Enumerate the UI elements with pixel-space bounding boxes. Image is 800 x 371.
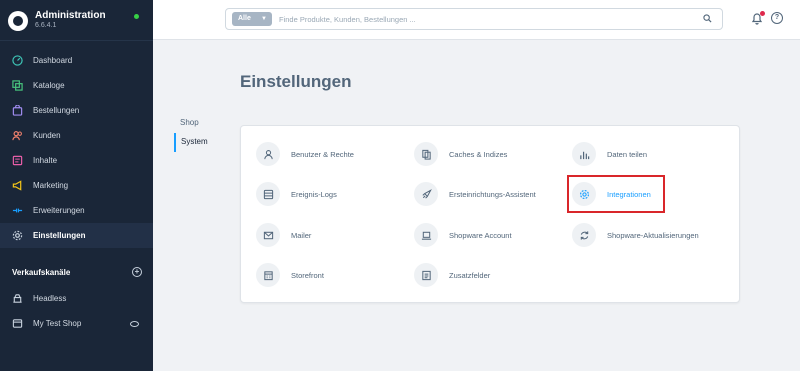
setting-data-sharing[interactable]: Daten teilen — [572, 141, 647, 167]
main-nav: Dashboard Kataloge Bestellungen Kunden I… — [0, 48, 153, 248]
sidebar-item-catalogs[interactable]: Kataloge — [0, 73, 153, 98]
sales-channels-header: Verkaufskanäle + — [12, 267, 142, 277]
sidebar-item-label: Inhalte — [33, 156, 58, 165]
app-version: 6.6.4.1 — [35, 22, 57, 29]
status-dot-icon — [134, 14, 139, 19]
shopware-logo-icon — [8, 11, 28, 31]
laptop-icon — [414, 223, 438, 247]
tab-system[interactable]: System — [174, 133, 214, 152]
sidebar-item-customers[interactable]: Kunden — [0, 123, 153, 148]
search-scope-label: Alle — [238, 15, 251, 22]
add-sales-channel-icon[interactable]: + — [132, 267, 142, 277]
dashboard-icon — [12, 55, 23, 66]
setting-mailer[interactable]: Mailer — [256, 222, 311, 248]
setting-label: Benutzer & Rechte — [291, 149, 354, 159]
tab-shop[interactable]: Shop — [174, 114, 214, 133]
refresh-icon — [572, 223, 596, 247]
log-icon — [256, 182, 280, 206]
sidebar-item-label: Marketing — [33, 181, 69, 190]
global-search[interactable]: Alle ▼ Finde Produkte, Kunden, Bestellun… — [225, 8, 723, 30]
app-title: Administration — [35, 10, 106, 21]
sidebar-item-marketing[interactable]: Marketing — [0, 173, 153, 198]
sidebar-item-orders[interactable]: Bestellungen — [0, 98, 153, 123]
sales-channel-my-test-shop[interactable]: My Test Shop — [0, 311, 153, 336]
settings-icon — [12, 230, 23, 241]
setting-storefront[interactable]: Storefront — [256, 262, 324, 288]
setting-label: Ersteinrichtungs-Assistent — [449, 189, 536, 199]
sidebar-item-label: Kataloge — [33, 81, 65, 90]
sidebar-item-content[interactable]: Inhalte — [0, 148, 153, 173]
content-icon — [12, 155, 23, 166]
sales-channel-headless[interactable]: Headless — [0, 286, 153, 311]
notification-badge — [760, 11, 765, 16]
setting-first-run-wizard[interactable]: Ersteinrichtungs-Assistent — [414, 181, 536, 207]
chevron-down-icon: ▼ — [261, 16, 267, 22]
sidebar-item-label: Einstellungen — [33, 231, 86, 240]
setting-label: Integrationen — [607, 189, 651, 199]
extensions-icon — [12, 205, 23, 216]
page-title: Einstellungen — [240, 72, 352, 91]
copy-icon — [414, 142, 438, 166]
sidebar: Administration 6.6.4.1 Dashboard Katalog… — [0, 0, 153, 371]
user-icon — [256, 142, 280, 166]
search-scope-select[interactable]: Alle ▼ — [232, 12, 272, 26]
storefront-icon — [256, 263, 280, 287]
envelope-icon — [256, 223, 280, 247]
setting-integrations[interactable]: Integrationen — [572, 181, 651, 207]
setting-label: Caches & Indizes — [449, 149, 508, 159]
sales-channels-list: Headless My Test Shop — [0, 286, 153, 336]
setting-users-permissions[interactable]: Benutzer & Rechte — [256, 141, 354, 167]
sidebar-item-label: Erweiterungen — [33, 206, 85, 215]
search-icon[interactable] — [703, 14, 712, 23]
sales-channels-title: Verkaufskanäle — [12, 268, 71, 277]
sidebar-item-dashboard[interactable]: Dashboard — [0, 48, 153, 73]
search-input[interactable]: Finde Produkte, Kunden, Bestellungen ... — [279, 15, 416, 24]
setting-label: Daten teilen — [607, 149, 648, 159]
sidebar-item-settings[interactable]: Einstellungen — [0, 223, 153, 248]
sidebar-item-extensions[interactable]: Erweiterungen — [0, 198, 153, 223]
setting-label: Mailer — [291, 230, 312, 240]
gear-icon — [572, 182, 596, 206]
setting-shopware-account[interactable]: Shopware Account — [414, 222, 512, 248]
setting-label: Shopware-Aktualisierungen — [607, 230, 699, 240]
marketing-icon — [12, 180, 23, 191]
setting-custom-fields[interactable]: Zusatzfelder — [414, 262, 490, 288]
orders-icon — [12, 105, 23, 116]
customers-icon — [12, 130, 23, 141]
headless-icon — [12, 293, 23, 304]
setting-shopware-updates[interactable]: Shopware-Aktualisierungen — [572, 222, 699, 248]
setting-label: Shopware Account — [449, 230, 512, 240]
shop-icon — [12, 318, 23, 329]
sales-channel-label: Headless — [33, 294, 67, 303]
setting-label: Zusatzfelder — [449, 270, 491, 280]
fields-icon — [414, 263, 438, 287]
help-icon[interactable]: ? — [771, 12, 783, 24]
sidebar-item-label: Bestellungen — [33, 106, 80, 115]
sales-channel-label: My Test Shop — [33, 319, 82, 328]
chart-icon — [572, 142, 596, 166]
setting-event-logs[interactable]: Ereignis-Logs — [256, 181, 337, 207]
catalog-icon — [12, 80, 23, 91]
rocket-icon — [414, 182, 438, 206]
setting-label: Storefront — [291, 270, 324, 280]
sidebar-divider — [0, 40, 153, 41]
setting-label: Ereignis-Logs — [291, 189, 337, 199]
topbar: Alle ▼ Finde Produkte, Kunden, Bestellun… — [153, 0, 800, 40]
sidebar-item-label: Dashboard — [33, 56, 73, 65]
sidebar-item-label: Kunden — [33, 131, 61, 140]
brand[interactable]: Administration 6.6.4.1 — [8, 9, 148, 35]
settings-tabs: Shop System — [174, 114, 214, 152]
setting-caches-indexes[interactable]: Caches & Indizes — [414, 141, 507, 167]
eye-icon[interactable] — [130, 320, 139, 327]
